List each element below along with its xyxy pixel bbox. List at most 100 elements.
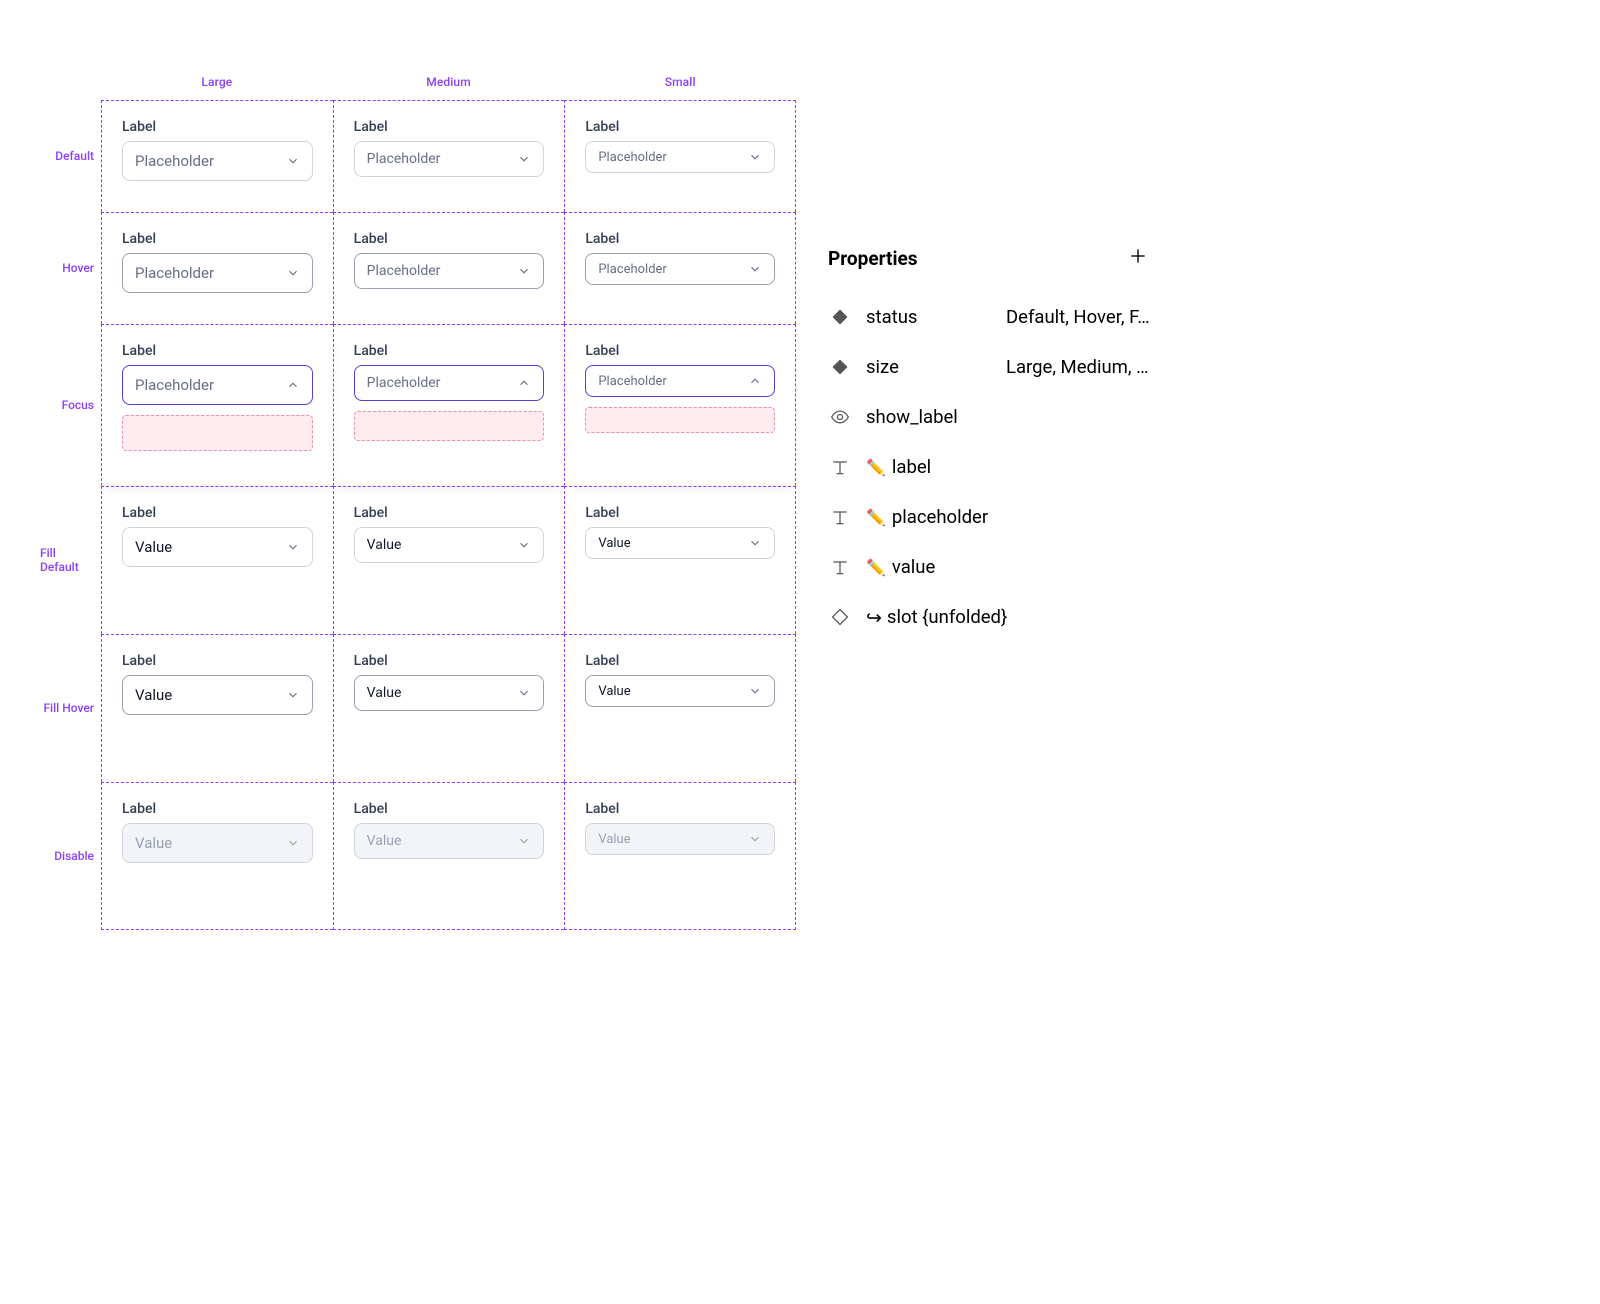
chevron-down-icon	[286, 266, 300, 280]
variant-focus-small[interactable]: Label Placeholder	[564, 324, 796, 486]
field-label: Label	[585, 653, 775, 669]
field-label: Label	[354, 343, 545, 359]
variant-fill-default-medium[interactable]: Label Value	[333, 486, 565, 634]
property-row-value[interactable]: ✏️ value	[828, 542, 1150, 592]
plus-icon	[1128, 246, 1148, 270]
variant-disable-large[interactable]: Label Value	[101, 782, 333, 930]
slot-placeholder[interactable]	[354, 411, 545, 441]
field-label: Label	[122, 119, 313, 135]
chevron-down-icon	[517, 264, 531, 278]
select-input[interactable]: Value	[585, 675, 775, 707]
variant-fill-hover-medium[interactable]: Label Value	[333, 634, 565, 782]
variant-hover-medium[interactable]: Label Placeholder	[333, 212, 565, 324]
field-label: Label	[585, 119, 775, 135]
variant-fill-default-large[interactable]: Label Value	[101, 486, 333, 634]
field-label: Label	[585, 801, 775, 817]
variant-hover-large[interactable]: Label Placeholder	[101, 212, 333, 324]
field-label: Label	[354, 231, 545, 247]
pencil-icon: ✏️	[866, 508, 886, 527]
chevron-down-icon	[517, 834, 531, 848]
variant-hover-small[interactable]: Label Placeholder	[564, 212, 796, 324]
select-placeholder: Placeholder	[598, 374, 667, 389]
pencil-icon: ✏️	[866, 558, 886, 577]
select-input[interactable]: Placeholder	[585, 253, 775, 285]
chevron-down-icon	[286, 154, 300, 168]
chevron-up-icon	[748, 374, 762, 388]
property-value: Default, Hover, F...	[1006, 306, 1150, 328]
property-row-label[interactable]: ✏️ label	[828, 442, 1150, 492]
select-value: Value	[135, 834, 172, 852]
select-input[interactable]: Placeholder	[122, 141, 313, 181]
property-row-slot[interactable]: ↪ slot {unfolded}	[828, 592, 1150, 642]
field-label: Label	[354, 505, 545, 521]
select-input[interactable]: Value	[354, 527, 545, 563]
row-header-disable: Disable	[40, 782, 101, 930]
property-row-size[interactable]: size Large, Medium, ...	[828, 342, 1150, 392]
pencil-icon: ✏️	[866, 458, 886, 477]
select-placeholder: Placeholder	[598, 150, 667, 165]
select-input[interactable]: Value	[354, 675, 545, 711]
select-input: Value	[585, 823, 775, 855]
variant-disable-medium[interactable]: Label Value	[333, 782, 565, 930]
select-placeholder: Placeholder	[135, 264, 214, 282]
property-row-status[interactable]: status Default, Hover, F...	[828, 292, 1150, 342]
select-input[interactable]: Placeholder	[354, 141, 545, 177]
field-label: Label	[354, 653, 545, 669]
variant-default-large[interactable]: Label Placeholder	[101, 100, 333, 212]
property-row-show-label[interactable]: show_label	[828, 392, 1150, 442]
field-label: Label	[122, 231, 313, 247]
variant-fill-hover-small[interactable]: Label Value	[564, 634, 796, 782]
eye-icon	[828, 405, 852, 429]
select-value: Value	[367, 685, 402, 701]
column-headers: Large Medium Small	[101, 75, 796, 100]
select-input[interactable]: Value	[122, 675, 313, 715]
field-label: Label	[585, 505, 775, 521]
variant-default-medium[interactable]: Label Placeholder	[333, 100, 565, 212]
variant-grid: Large Medium Small Default Hover Focus F…	[40, 75, 796, 930]
select-input[interactable]: Placeholder	[122, 253, 313, 293]
select-input[interactable]: Placeholder	[354, 253, 545, 289]
property-name: ✏️ label	[866, 456, 992, 478]
slot-placeholder[interactable]	[585, 407, 775, 433]
select-placeholder: Placeholder	[135, 152, 214, 170]
field-label: Label	[122, 343, 313, 359]
variant-fill-default-small[interactable]: Label Value	[564, 486, 796, 634]
variant-default-small[interactable]: Label Placeholder	[564, 100, 796, 212]
field-label: Label	[122, 653, 313, 669]
property-name: ↪ slot {unfolded}	[866, 606, 1007, 629]
row-header-default: Default	[40, 100, 101, 212]
chevron-down-icon	[286, 688, 300, 702]
field-label: Label	[122, 505, 313, 521]
variant-focus-large[interactable]: Label Placeholder	[101, 324, 333, 486]
select-value: Value	[367, 833, 402, 849]
variant-focus-medium[interactable]: Label Placeholder	[333, 324, 565, 486]
select-value: Value	[598, 832, 630, 847]
text-icon	[828, 555, 852, 579]
select-placeholder: Placeholder	[598, 262, 667, 277]
select-input[interactable]: Placeholder	[585, 141, 775, 173]
add-property-button[interactable]	[1126, 246, 1150, 270]
chevron-up-icon	[517, 376, 531, 390]
text-icon	[828, 455, 852, 479]
variant-disable-small[interactable]: Label Value	[564, 782, 796, 930]
select-value: Value	[598, 684, 630, 699]
property-row-placeholder[interactable]: ✏️ placeholder	[828, 492, 1150, 542]
select-input: Value	[122, 823, 313, 863]
chevron-down-icon	[517, 538, 531, 552]
row-header-focus: Focus	[40, 324, 101, 486]
select-input[interactable]: Placeholder	[354, 365, 545, 401]
select-placeholder: Placeholder	[135, 376, 214, 394]
slot-placeholder[interactable]	[122, 415, 313, 451]
chevron-down-icon	[748, 684, 762, 698]
variant-fill-hover-large[interactable]: Label Value	[101, 634, 333, 782]
property-name: ✏️ placeholder	[866, 506, 992, 528]
variant-cells: Label Placeholder Label Placeholder Labe…	[101, 100, 796, 930]
select-input[interactable]: Value	[122, 527, 313, 567]
select-input[interactable]: Value	[585, 527, 775, 559]
column-header-large: Large	[101, 75, 333, 100]
select-value: Value	[367, 537, 402, 553]
select-input[interactable]: Placeholder	[122, 365, 313, 405]
select-value: Value	[135, 538, 172, 556]
select-input[interactable]: Placeholder	[585, 365, 775, 397]
field-label: Label	[354, 801, 545, 817]
